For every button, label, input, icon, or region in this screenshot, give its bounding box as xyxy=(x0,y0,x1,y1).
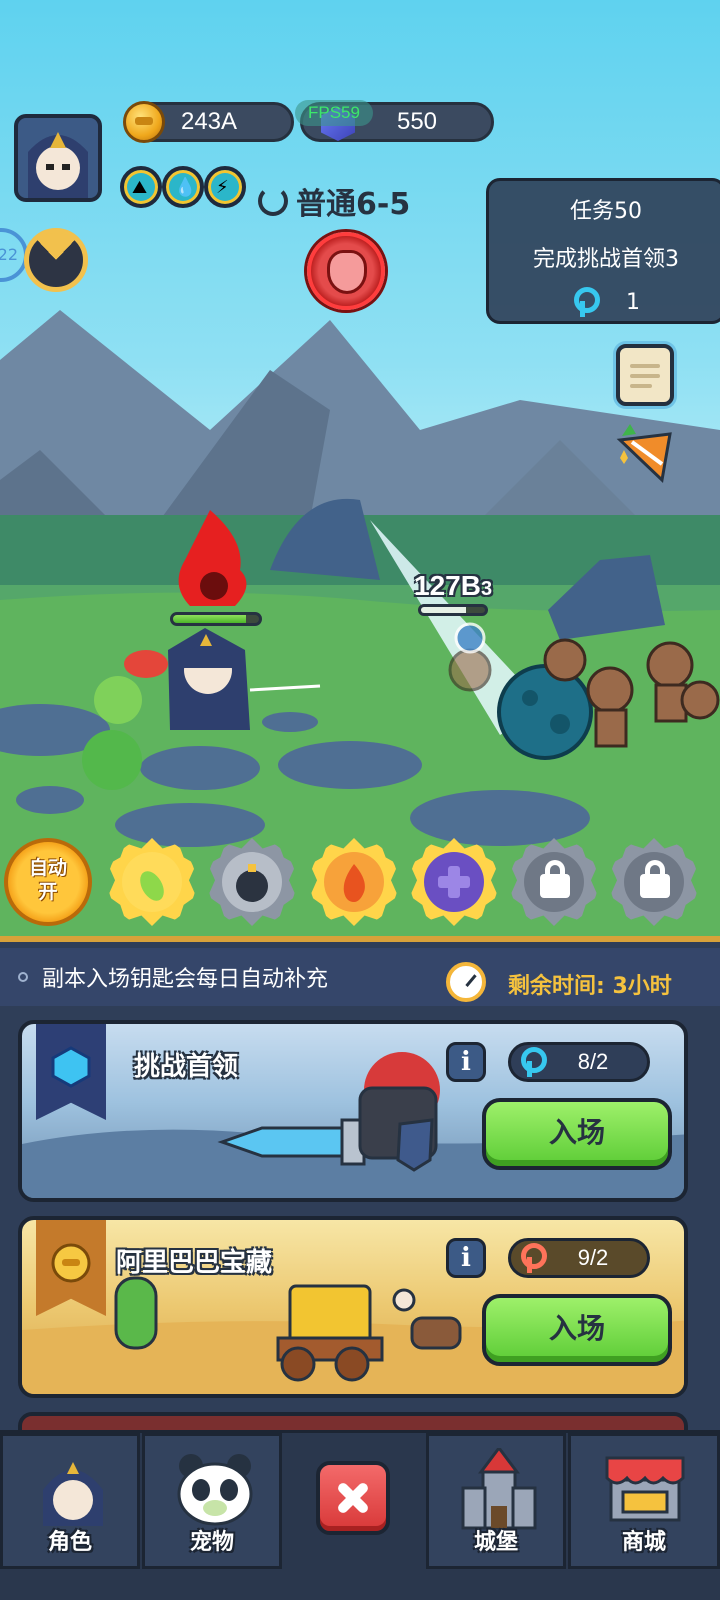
boss-info-button[interactable]: i xyxy=(446,1042,486,1082)
damage-number: 127B3 xyxy=(414,570,492,602)
stage-indicator[interactable]: 普通6-5 xyxy=(258,176,410,226)
panda-icon xyxy=(177,1454,253,1526)
castle-icon xyxy=(461,1448,537,1530)
hero-portrait-icon xyxy=(43,1462,103,1526)
plus-icon xyxy=(424,852,484,912)
boss-enter-button[interactable]: 入场 xyxy=(482,1098,672,1170)
player-hp-bar xyxy=(170,612,262,626)
key-icon xyxy=(572,287,600,317)
skill-comet-button[interactable] xyxy=(104,834,200,930)
skill-heal-button[interactable] xyxy=(406,834,502,930)
dungeon-info-text: 副本入场钥匙会每日自动补充 xyxy=(42,967,329,992)
fire-icon xyxy=(324,852,384,912)
clock-icon xyxy=(446,962,486,1002)
blue-gem-icon xyxy=(51,1046,91,1088)
shop-stall-icon xyxy=(605,1456,685,1522)
treasure-info-button[interactable]: i xyxy=(446,1238,486,1278)
dungeon-panel: 副本入场钥匙会每日自动补充 剩余时间: 3小时 挑战首领 i 8/2 入场 阿里… xyxy=(0,936,720,1442)
boss-challenge-button[interactable] xyxy=(307,232,385,310)
dungeon-card-boss: 挑战首领 i 8/2 入场 xyxy=(18,1020,688,1202)
comet xyxy=(497,664,593,760)
bullet-icon xyxy=(18,972,28,982)
carrot-gift-icon[interactable] xyxy=(612,424,678,484)
nav-shop[interactable]: 商城 xyxy=(568,1433,720,1569)
nav-castle-label: 城堡 xyxy=(473,1530,518,1555)
skill-locked-slot-1[interactable] xyxy=(506,834,602,930)
nav-pet[interactable]: 宠物 xyxy=(142,1433,282,1569)
nav-hero-label: 角色 xyxy=(47,1530,92,1555)
skill-bomb-button[interactable] xyxy=(204,834,300,930)
treasure-card-title: 阿里巴巴宝藏 xyxy=(116,1248,273,1278)
comet-icon xyxy=(122,852,182,912)
auto-battle-label: 自动 开 xyxy=(28,857,67,903)
buff-drop-icon[interactable]: 💧 xyxy=(162,166,204,208)
boss-key-counter: 8/2 xyxy=(508,1042,650,1082)
quest-title: 任务50 xyxy=(570,199,642,224)
nav-hero[interactable]: 角色 xyxy=(0,1433,140,1569)
lucky-wheel-icon[interactable] xyxy=(24,228,88,292)
bomb-icon xyxy=(222,852,282,912)
lock-icon xyxy=(540,860,570,898)
gold-coin-icon xyxy=(123,101,165,143)
bottom-nav: 角色 宠物 城堡 商城 xyxy=(0,1430,720,1600)
dungeon-card-treasure: 阿里巴巴宝藏 i 9/2 入场 xyxy=(18,1216,688,1398)
battle-scene: 243A 550 FPS59 ⛰ 💧 ⚡ 普通6-5 22 任务50 完成挑战首… xyxy=(0,0,720,950)
auto-battle-button[interactable]: 自动 开 xyxy=(0,834,96,930)
nav-shop-label: 商城 xyxy=(621,1530,666,1555)
boss-card-title: 挑战首领 xyxy=(134,1052,239,1082)
lock-icon xyxy=(640,860,670,898)
treasure-enter-button[interactable]: 入场 xyxy=(482,1294,672,1366)
skill-fire-button[interactable] xyxy=(306,834,402,930)
close-button[interactable] xyxy=(316,1461,390,1535)
boss-key-value: 8/2 xyxy=(577,1049,609,1074)
fps-counter: FPS59 xyxy=(295,100,373,126)
player-hp-fill xyxy=(173,615,247,623)
buff-rock-icon[interactable]: ⛰ xyxy=(120,166,162,208)
player-avatar[interactable] xyxy=(14,114,102,202)
treasure-key-value: 9/2 xyxy=(577,1245,609,1270)
enemy-hp-bar xyxy=(418,604,488,616)
remaining-time: 剩余时间: 3小时 xyxy=(508,974,672,999)
nav-pet-label: 宠物 xyxy=(189,1530,234,1555)
gold-counter: 243A xyxy=(123,101,294,143)
damage-value: 127B xyxy=(414,570,481,601)
notepad-icon[interactable] xyxy=(616,344,674,406)
skill-locked-slot-2[interactable] xyxy=(606,834,702,930)
blue-key-icon xyxy=(519,1047,547,1077)
treasure-key-counter: 9/2 xyxy=(508,1238,650,1278)
gold-coin-emblem-icon xyxy=(51,1243,91,1283)
quest-description: 完成挑战首领3 xyxy=(533,247,679,272)
stage-label: 普通6-5 xyxy=(296,187,411,222)
damage-suffix: 3 xyxy=(480,578,493,600)
buff-lightning-icon[interactable]: ⚡ xyxy=(204,166,246,208)
quest-reward-count: 1 xyxy=(626,289,640,315)
quest-panel[interactable]: 任务50 完成挑战首领3 1 xyxy=(486,178,720,324)
gold-key-icon xyxy=(519,1243,547,1273)
demon-face-icon xyxy=(327,250,367,294)
dungeon-info-strip: 副本入场钥匙会每日自动补充 剩余时间: 3小时 xyxy=(0,948,720,1006)
nav-castle[interactable]: 城堡 xyxy=(426,1433,566,1569)
enemy-hp-fill xyxy=(421,607,466,613)
refresh-icon xyxy=(258,186,288,216)
